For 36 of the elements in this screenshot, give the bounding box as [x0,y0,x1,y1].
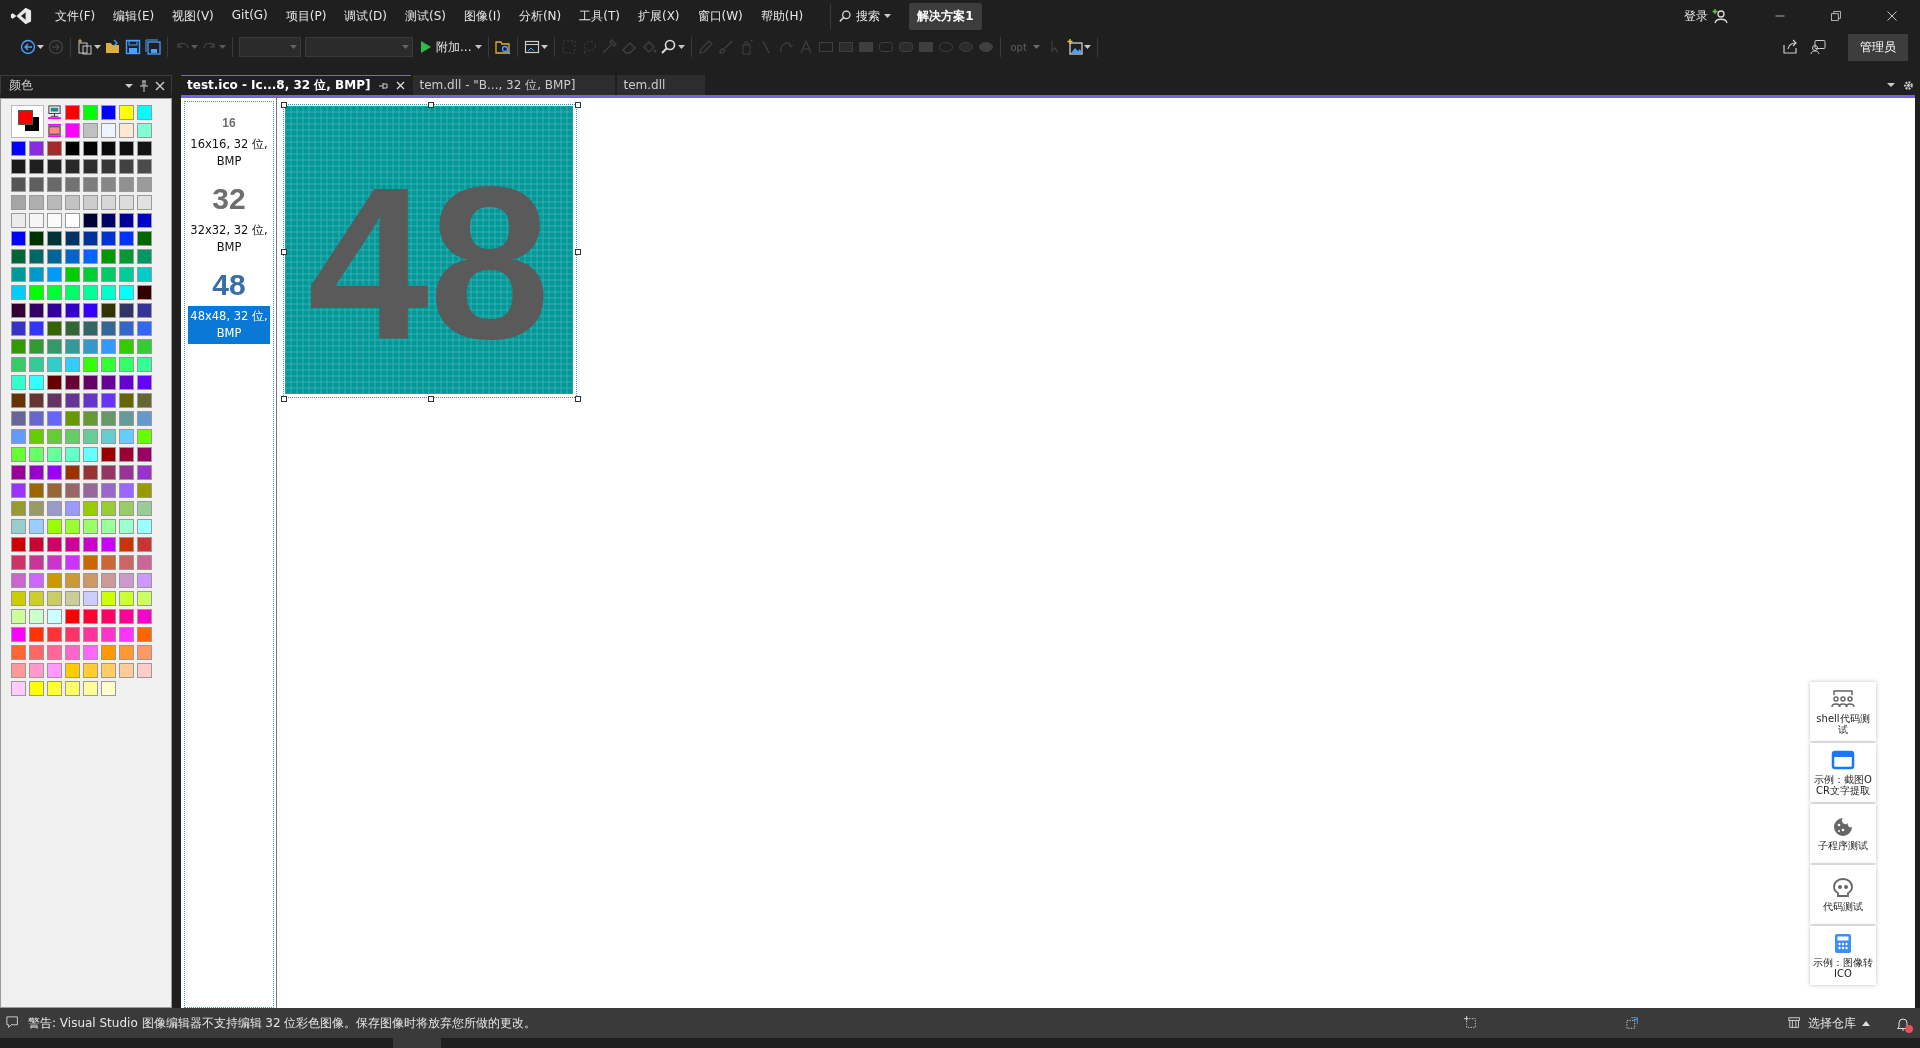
attach-button[interactable]: 附加... [417,36,475,58]
image-type-item[interactable]: 16x16, 32 位, BMP [188,134,270,172]
image-type-item[interactable]: 48x48, 32 位, BMP [188,306,270,344]
tool-card[interactable]: 子程序测试 [1810,804,1876,863]
document-tab[interactable]: tem.dll [617,75,706,95]
menu-item[interactable]: 测试(S) [396,3,455,29]
tool-card[interactable]: 示例：截图OCR文字提取 [1810,743,1876,802]
repository-button[interactable]: 选择仓库 [1788,1014,1870,1032]
icon-preview[interactable]: 16 [222,116,236,130]
menu-item[interactable]: 工具(T) [570,3,629,29]
sign-in-link[interactable]: 登录 [1684,7,1708,25]
admin-button[interactable]: 管理员 [1848,33,1908,61]
menu-item[interactable]: Git(G) [222,3,277,29]
image-type-item[interactable]: 32x32, 32 位, BMP [188,220,270,258]
tool-card[interactable]: shell代码测试 [1810,682,1876,741]
icon-preview[interactable]: 32 [212,182,246,216]
menu-item[interactable]: 分析(N) [509,3,571,29]
tool-card[interactable]: 示例：图像转ICO [1810,926,1876,985]
menu-item[interactable]: 窗口(W) [688,3,752,29]
icon-preview[interactable]: 48 [212,268,246,302]
menu-item[interactable]: 图像(I) [455,3,510,29]
menu-item[interactable]: 项目(P) [276,3,336,29]
menu-item[interactable]: 文件(F) [46,3,105,29]
document-tab[interactable]: tem.dll - "B..., 32 位, BMP] [413,75,616,95]
panel-title: 颜色 [9,77,34,94]
dropdown-label: opt [1010,41,1027,53]
menu-item[interactable]: 调试(D) [335,3,396,29]
search-button[interactable]: 搜索 [830,3,900,29]
solution-name: 解决方案1 [909,2,982,30]
menu-item[interactable]: 编辑(E) [104,3,164,29]
menu-item[interactable]: 帮助(H) [751,3,813,29]
status-message: 警告: Visual Studio 图像编辑器不支持编辑 32 位彩色图像。保存图像时将放弃您所做的更改。 [28,1014,538,1032]
image-text: 48 [307,141,551,384]
menu-item[interactable]: 扩展(X) [628,3,689,29]
tool-card[interactable]: 代码测试 [1810,865,1876,924]
menu-item[interactable]: 视图(V) [163,3,223,29]
